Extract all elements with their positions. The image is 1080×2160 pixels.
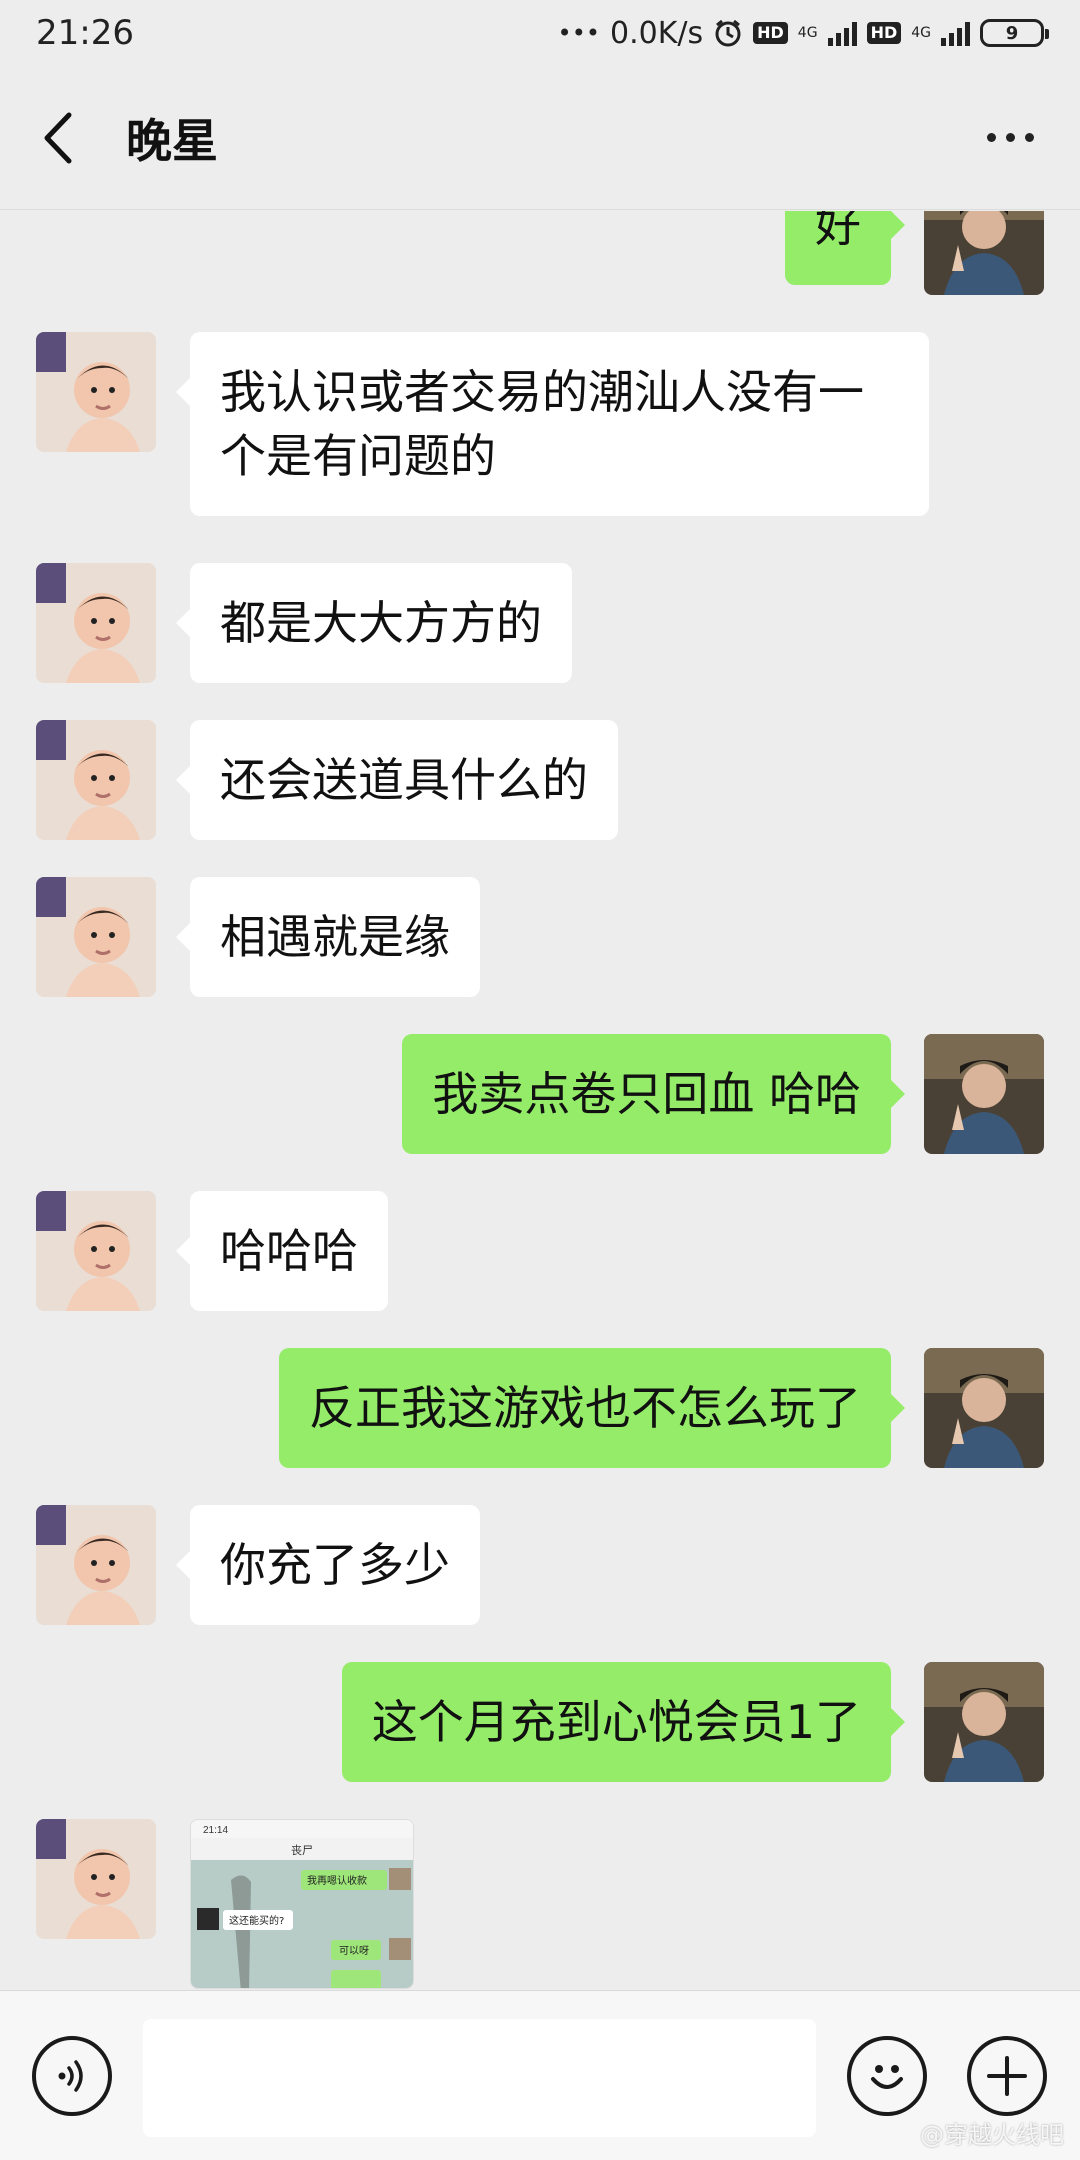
message-row: 还会送道具什么的 [0, 720, 1080, 840]
more-dots: ••• [557, 19, 600, 47]
back-button[interactable] [30, 98, 86, 178]
avatar-self[interactable] [924, 1034, 1044, 1154]
emoji-icon [871, 2065, 903, 2089]
message-row: 哈哈哈 [0, 1191, 1080, 1311]
avatar-contact[interactable] [36, 332, 156, 452]
plus-icon [987, 2056, 1027, 2096]
more-functions-button[interactable] [967, 2036, 1047, 2116]
message-bubble-out[interactable]: 好 [785, 211, 905, 285]
avatar-self[interactable] [924, 211, 1044, 295]
network-speed: 0.0K/s [610, 15, 704, 51]
message-row: 都是大大方方的 [0, 563, 1080, 683]
message-row: 我卖点卷只回血 哈哈 [0, 1034, 1080, 1154]
battery-level: 9 [1005, 22, 1019, 44]
network-type-1: 4G [798, 26, 818, 40]
message-bubble-in[interactable]: 还会送道具什么的 [176, 720, 618, 840]
network-label-2: 4G [911, 25, 931, 41]
message-row: 你充了多少 [0, 1505, 1080, 1625]
image-bubble-3: 可以呀 [339, 1945, 369, 1957]
avatar-contact[interactable] [36, 720, 156, 840]
avatar-contact[interactable] [36, 1191, 156, 1311]
image-message-title: 丧尸 [291, 1844, 313, 1857]
message-list[interactable]: 好 我认识或者交易的潮汕人没有一个是有问题的 都是大大方方的 还会送道具什么的 … [0, 211, 1080, 1990]
status-time: 21:26 [36, 13, 134, 53]
message-row: 我认识或者交易的潮汕人没有一个是有问题的 [0, 332, 1080, 526]
message-bubble-out[interactable]: 反正我这游戏也不怎么玩了 [279, 1348, 905, 1468]
watermark: @穿越火线吧 [920, 2121, 1064, 2149]
avatar-self[interactable] [924, 1662, 1044, 1782]
chat-title: 晚星 [126, 113, 218, 168]
message-bubble-in[interactable]: 都是大大方方的 [176, 563, 572, 683]
more-dot [1005, 133, 1015, 142]
more-dot [986, 133, 996, 142]
message-bubble-in[interactable]: 相遇就是缘 [176, 877, 480, 997]
battery-icon: 9 [980, 19, 1049, 47]
message-row: 好 [0, 211, 1080, 295]
chevron-left-icon [44, 112, 72, 163]
avatar-contact[interactable] [36, 563, 156, 683]
network-type-2: 4G [911, 26, 931, 40]
avatar-contact[interactable] [36, 1819, 156, 1939]
signal-icon-1 [827, 20, 857, 46]
more-dot [1024, 133, 1034, 142]
message-row: 这个月充到心悦会员1了 [0, 1662, 1080, 1782]
image-message-time: 21:14 [203, 1825, 228, 1836]
chat-header: 晚星 [0, 66, 1080, 210]
avatar-contact[interactable] [36, 1505, 156, 1625]
message-bubble-out[interactable]: 我卖点卷只回血 哈哈 [402, 1034, 905, 1154]
message-bubble-in[interactable]: 我认识或者交易的潮汕人没有一个是有问题的 [176, 332, 929, 516]
hd-badge-2: HD [866, 22, 902, 44]
message-row: 21:14 丧尸 我再嗯认收款 这还能买的? 可以呀 [0, 1819, 1080, 1990]
avatar-contact[interactable] [36, 877, 156, 997]
emoji-button[interactable] [847, 2036, 927, 2116]
input-bar: @穿越火线吧 [0, 1990, 1080, 2160]
status-bar: 21:26 ••• 0.0K/s HD 4G HD 4G 9 [0, 0, 1080, 66]
image-bubble-2: 这还能买的? [229, 1914, 284, 1927]
message-bubble-in[interactable]: 你充了多少 [176, 1505, 480, 1625]
status-icons: ••• 0.0K/s HD 4G HD 4G 9 [557, 15, 1049, 51]
message-bubble-in[interactable]: 哈哈哈 [176, 1191, 388, 1311]
voice-button[interactable] [32, 2036, 112, 2116]
message-row: 反正我这游戏也不怎么玩了 [0, 1348, 1080, 1468]
avatar-self[interactable] [924, 1348, 1044, 1468]
alarm-icon [713, 18, 743, 48]
message-row: 相遇就是缘 [0, 877, 1080, 997]
message-input[interactable] [143, 2019, 816, 2137]
signal-icon-2 [941, 20, 970, 46]
hd-badge-1: HD [753, 22, 788, 44]
more-options-button[interactable] [970, 98, 1050, 178]
message-bubble-out[interactable]: 这个月充到心悦会员1了 [341, 1662, 906, 1782]
voice-icon [58, 2060, 83, 2092]
network-label-1: 4G [797, 25, 818, 41]
image-message[interactable]: 21:14 丧尸 我再嗯认收款 这还能买的? 可以呀 [190, 1819, 414, 1989]
image-bubble-1: 我再嗯认收款 [307, 1874, 367, 1887]
